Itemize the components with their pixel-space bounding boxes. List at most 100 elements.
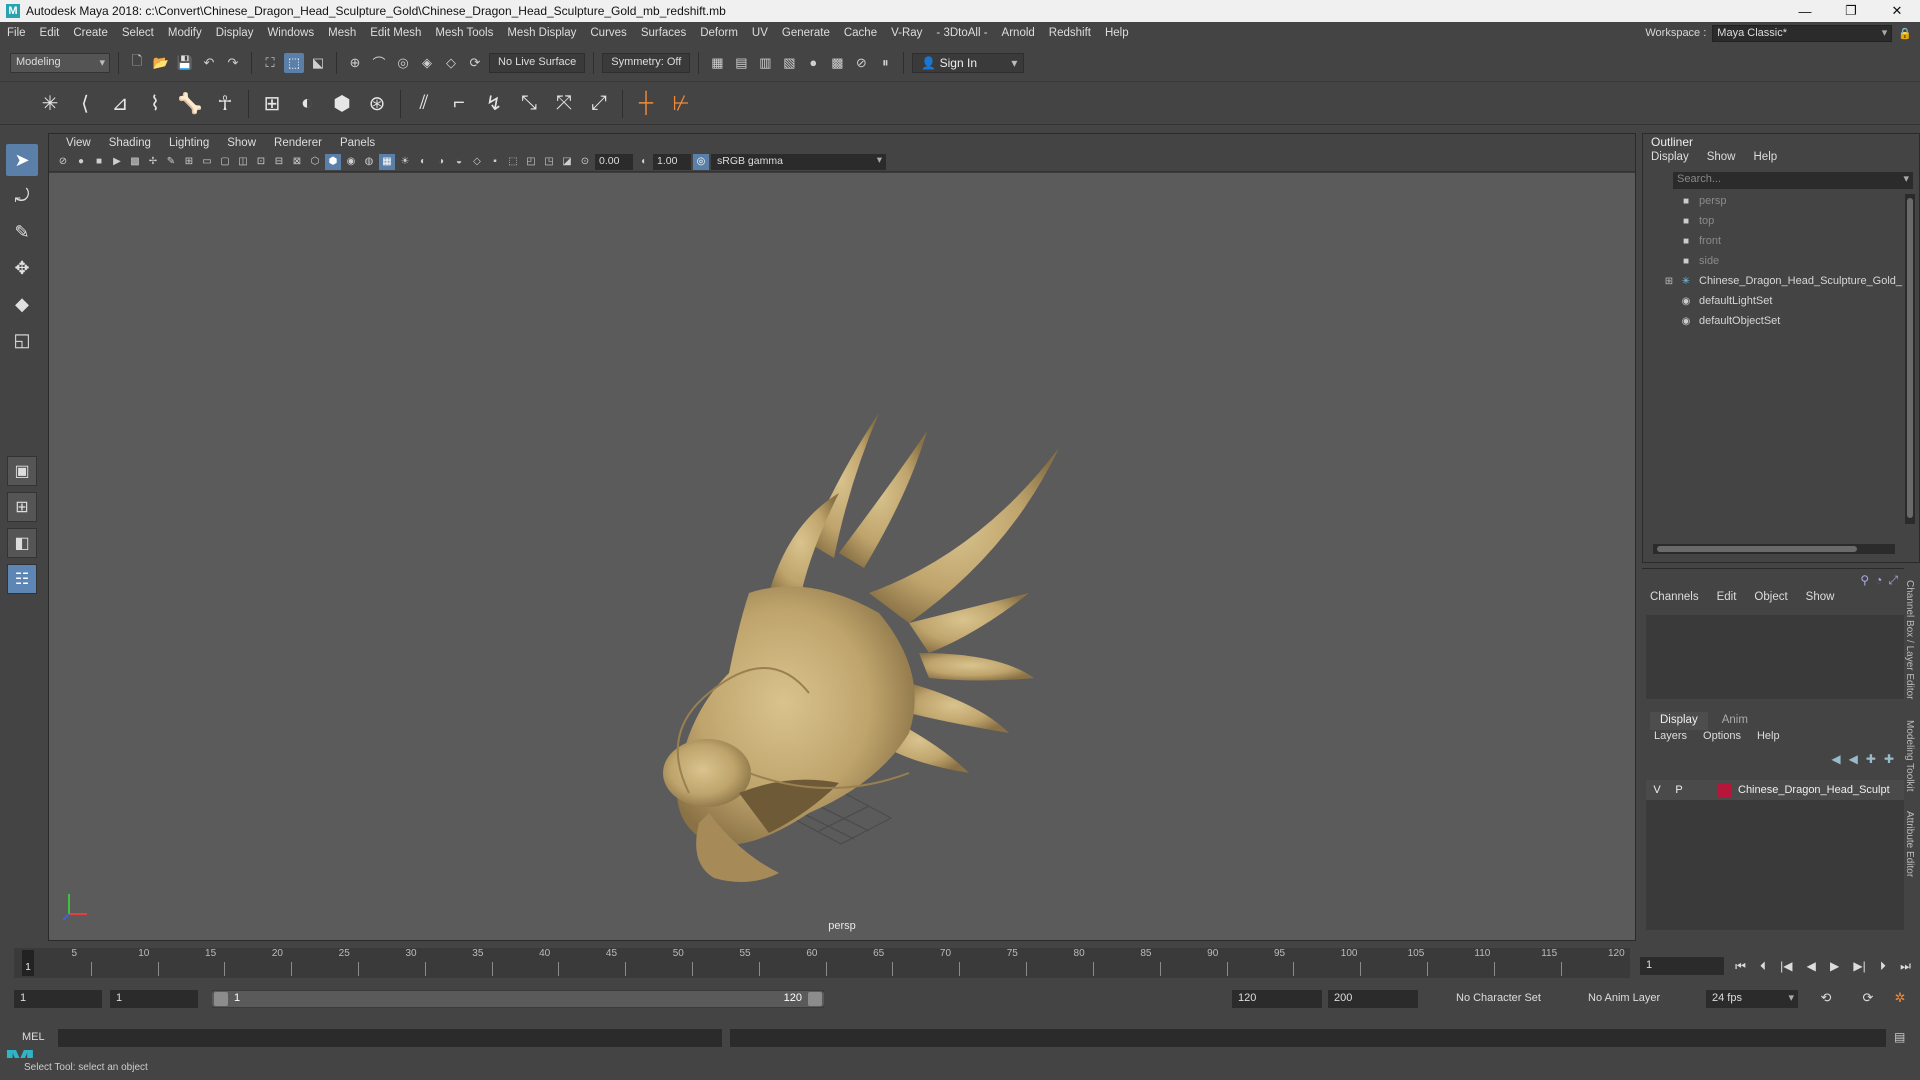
- ik-handle-icon[interactable]: ⊿: [104, 88, 136, 120]
- layer-color-swatch[interactable]: [1718, 783, 1732, 797]
- gamma-icon[interactable]: ◖: [635, 154, 651, 170]
- menu-windows[interactable]: Windows: [260, 27, 321, 39]
- close-button[interactable]: ✕: [1874, 0, 1920, 22]
- side-tab-attribute-editor[interactable]: Attribute Editor: [1904, 811, 1915, 877]
- step-back-frame-icon[interactable]: |◀: [1780, 959, 1792, 973]
- xray-icon[interactable]: ◰: [523, 154, 539, 170]
- outliner-menu-show[interactable]: Show: [1707, 151, 1754, 168]
- side-tab-channel-box[interactable]: Channel Box / Layer Editor: [1904, 580, 1915, 700]
- new-layer-selected-icon[interactable]: ✚: [1884, 752, 1894, 766]
- wireframe-on-shaded-icon[interactable]: ◍: [361, 154, 377, 170]
- menu-3dtoall[interactable]: - 3DtoAll -: [929, 27, 994, 39]
- playback-start-field[interactable]: 1: [110, 990, 198, 1008]
- tab-anim[interactable]: Anim: [1712, 712, 1758, 730]
- isolate-select-icon[interactable]: ⬚: [505, 154, 521, 170]
- outliner-layout-icon[interactable]: ☷: [7, 564, 37, 594]
- panel-menu-shading[interactable]: Shading: [100, 137, 160, 149]
- play-forwards-icon[interactable]: ▶: [1830, 959, 1839, 973]
- play-backwards-icon[interactable]: ◀: [1807, 959, 1816, 973]
- camera-attributes-icon[interactable]: ■: [91, 154, 107, 170]
- minimize-button[interactable]: —: [1782, 0, 1828, 22]
- outliner-item-persp[interactable]: ■ persp: [1643, 191, 1919, 211]
- menu-help[interactable]: Help: [1098, 27, 1136, 39]
- render-frame-icon[interactable]: ▦: [707, 53, 727, 73]
- textured-icon[interactable]: ▦: [379, 153, 395, 170]
- orient-constraint-icon[interactable]: ↯: [478, 88, 510, 120]
- menu-mesh[interactable]: Mesh: [321, 27, 363, 39]
- panel-menu-renderer[interactable]: Renderer: [265, 137, 331, 149]
- create-joint-icon[interactable]: ⟨: [69, 88, 101, 120]
- live-surface-field[interactable]: No Live Surface: [489, 52, 586, 73]
- outliner-item-dragon-group[interactable]: ⊞ ✳ Chinese_Dragon_Head_Sculpture_Gold_: [1643, 271, 1919, 291]
- menu-mesh-tools[interactable]: Mesh Tools: [428, 27, 500, 39]
- range-start-handle[interactable]: [214, 992, 228, 1006]
- field-chart-icon[interactable]: ⊡: [253, 154, 269, 170]
- resolution-gate-icon[interactable]: ▢: [217, 154, 233, 170]
- set-key-icon[interactable]: ┼: [630, 88, 662, 120]
- symmetry-field[interactable]: Symmetry: Off: [602, 52, 691, 73]
- command-input[interactable]: [58, 1029, 722, 1047]
- snap-view-plane-icon[interactable]: ◈: [417, 53, 437, 73]
- menu-edit[interactable]: Edit: [33, 27, 67, 39]
- fps-select[interactable]: 24 fps: [1706, 990, 1798, 1008]
- two-d-pan-icon[interactable]: ✢: [145, 154, 161, 170]
- menu-create[interactable]: Create: [66, 27, 115, 39]
- select-component-icon[interactable]: ⬕: [308, 53, 328, 73]
- view-transform-select[interactable]: sRGB gamma: [711, 153, 886, 170]
- menu-vray[interactable]: V-Ray: [884, 27, 929, 39]
- channel-box-menu-channels[interactable]: Channels: [1650, 591, 1717, 609]
- channel-box-menu-show[interactable]: Show: [1806, 591, 1853, 609]
- scrollbar-thumb[interactable]: [1907, 198, 1913, 518]
- range-slider[interactable]: 1 120: [212, 990, 824, 1008]
- menu-surfaces[interactable]: Surfaces: [634, 27, 693, 39]
- default-material-icon[interactable]: ◉: [343, 154, 359, 170]
- screen-space-ao-icon[interactable]: ◑: [433, 154, 449, 170]
- snap-curve-icon[interactable]: ⌒: [369, 53, 389, 73]
- snap-surface-icon[interactable]: ◇: [441, 53, 461, 73]
- go-to-start-icon[interactable]: ⏮: [1735, 959, 1746, 974]
- step-forward-key-icon[interactable]: ⏵: [1880, 959, 1886, 974]
- outliner-vertical-scrollbar[interactable]: [1905, 194, 1915, 524]
- select-hierarchy-icon[interactable]: ⛶: [260, 53, 280, 73]
- render-view-icon[interactable]: ●: [803, 53, 823, 73]
- mel-label[interactable]: MEL: [22, 1031, 45, 1043]
- aim-constraint-icon[interactable]: ⤧: [548, 88, 580, 120]
- snap-live-icon[interactable]: ⟳: [465, 53, 485, 73]
- layer-playback-toggle[interactable]: P: [1668, 784, 1690, 796]
- ik-spline-icon[interactable]: ⌇: [139, 88, 171, 120]
- sign-in-button[interactable]: 👤 Sign In: [912, 52, 1025, 73]
- select-camera-icon[interactable]: ⊘: [55, 154, 71, 170]
- exposure-icon[interactable]: ⊙: [577, 154, 593, 170]
- exposure-field[interactable]: 0.00: [595, 153, 633, 170]
- script-editor-icon[interactable]: ▤: [1894, 1030, 1912, 1046]
- outliner-menu-display[interactable]: Display: [1651, 151, 1707, 168]
- menu-curves[interactable]: Curves: [583, 27, 633, 39]
- grid-icon[interactable]: ⊞: [181, 154, 197, 170]
- scale-constraint-icon[interactable]: ⤡: [513, 88, 545, 120]
- snap-grid-icon[interactable]: ⊕: [345, 53, 365, 73]
- move-layer-up-icon[interactable]: ◀: [1831, 752, 1840, 766]
- single-perspective-layout-icon[interactable]: ▣: [7, 456, 37, 486]
- playback-end-field[interactable]: 120: [1232, 990, 1322, 1008]
- use-all-lights-icon[interactable]: ☀: [397, 154, 413, 170]
- menu-file[interactable]: File: [0, 27, 33, 39]
- panel-menu-panels[interactable]: Panels: [331, 137, 384, 149]
- outliner-item-front[interactable]: ■ front: [1643, 231, 1919, 251]
- scale-tool-icon[interactable]: ◱: [6, 324, 38, 356]
- side-tab-modeling-toolkit[interactable]: Modeling Toolkit: [1904, 720, 1915, 792]
- layer-menu-help[interactable]: Help: [1757, 730, 1796, 748]
- sculpt-deformer-icon[interactable]: ◐: [291, 88, 323, 120]
- shadows-icon[interactable]: ◐: [415, 154, 431, 170]
- safe-title-icon[interactable]: ⊠: [289, 154, 305, 170]
- select-object-icon[interactable]: ⬚: [284, 52, 304, 73]
- panel-menu-view[interactable]: View: [57, 137, 100, 149]
- time-slider[interactable]: 5 10 15 20 25 30 35 40 45 50 55 60 65 70 75 80 85 90 95 100…: [14, 948, 1630, 978]
- open-scene-icon[interactable]: 📂: [151, 53, 171, 73]
- outliner-menu-help[interactable]: Help: [1754, 151, 1796, 168]
- layer-menu-options[interactable]: Options: [1703, 730, 1757, 748]
- key-selected-icon[interactable]: ⊬: [665, 88, 697, 120]
- channel-box-menu-object[interactable]: Object: [1754, 591, 1805, 609]
- menu-uv[interactable]: UV: [745, 27, 775, 39]
- panel-menu-show[interactable]: Show: [218, 137, 265, 149]
- character-set-select[interactable]: No Character Set: [1450, 990, 1547, 1008]
